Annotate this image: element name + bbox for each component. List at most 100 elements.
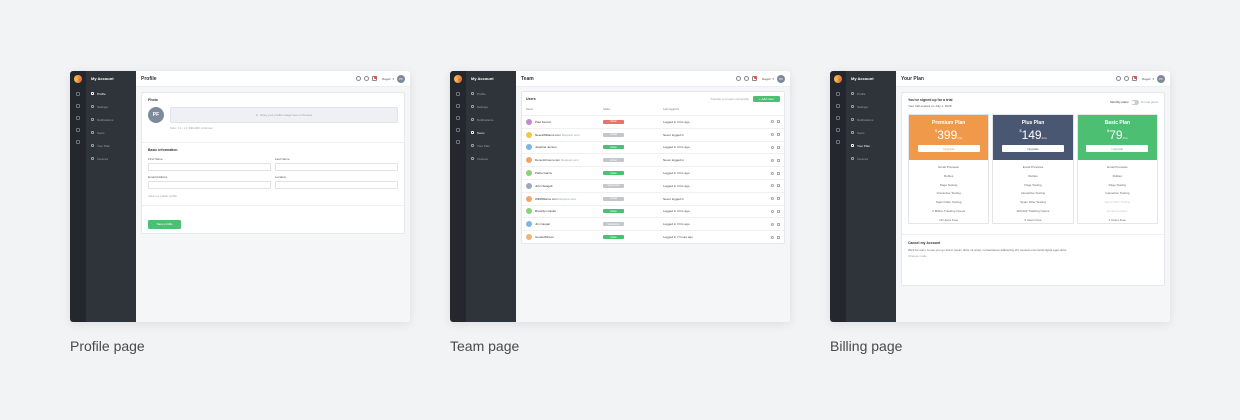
table-row[interactable]: John Seagelt Suspended Logged in 3 hrs a…	[522, 178, 784, 192]
trash-icon[interactable]	[777, 145, 780, 149]
help-icon[interactable]	[735, 76, 741, 81]
first-name-field[interactable]	[148, 163, 271, 171]
table-row[interactable]: Brooklyn Castle Active Logged in 3 hrs a…	[522, 204, 784, 218]
status-badge[interactable]: Active	[603, 209, 624, 214]
transfer-link[interactable]: Transfer to project ownership	[710, 97, 749, 101]
avatar[interactable]: PF	[777, 74, 785, 83]
trash-icon[interactable]	[777, 184, 780, 188]
cancel-link[interactable]: Change mode	[908, 254, 1158, 258]
home-icon[interactable]	[836, 92, 840, 96]
calendar-icon[interactable]	[836, 128, 840, 132]
edit-icon[interactable]	[771, 120, 774, 124]
sidebar-item-settings[interactable]: Settings	[846, 100, 896, 113]
status-badge[interactable]: Active	[603, 171, 624, 176]
col-name[interactable]: Name	[526, 108, 603, 111]
trash-icon[interactable]	[777, 171, 780, 175]
sidebar-item-profile[interactable]: Profile	[86, 87, 136, 100]
mail-icon[interactable]	[456, 116, 460, 120]
notification-icon[interactable]	[751, 76, 757, 81]
sidebar-item-notifications[interactable]: Notifications	[86, 113, 136, 126]
edit-icon[interactable]	[771, 184, 774, 188]
sidebar-item-invoices[interactable]: Invoices	[86, 152, 136, 165]
status-badge[interactable]: Suspended	[603, 222, 624, 227]
table-row[interactable]: Pablo Garza Active Logged in 3 hrs ago	[522, 166, 784, 179]
grid-icon[interactable]	[456, 104, 460, 108]
trash-icon[interactable]	[777, 158, 780, 162]
calendar-icon[interactable]	[456, 128, 460, 132]
chat-icon[interactable]	[76, 140, 80, 144]
profile-avatar[interactable]: PF	[148, 107, 164, 123]
location-field[interactable]	[275, 181, 398, 189]
trash-icon[interactable]	[777, 209, 780, 213]
trash-icon[interactable]	[777, 222, 780, 226]
sidebar-item-profile[interactable]: Profile	[466, 87, 516, 100]
notification-icon[interactable]	[1131, 76, 1137, 81]
col-status[interactable]: Status	[603, 108, 663, 111]
trash-icon[interactable]	[777, 133, 780, 137]
table-row[interactable]: WillWilliams.com Request sent Invited Ne…	[522, 191, 784, 205]
status-badge[interactable]: Invited	[603, 196, 624, 201]
edit-icon[interactable]	[771, 171, 774, 175]
sidebar-item-notifications[interactable]: Notifications	[846, 113, 896, 126]
calendar-icon[interactable]	[76, 128, 80, 132]
email-field[interactable]	[148, 181, 271, 189]
edit-icon[interactable]	[771, 158, 774, 162]
sidebar-item-plan[interactable]: Your Plan	[466, 139, 516, 152]
sidebar-item-plan[interactable]: Your Plan	[86, 139, 136, 152]
sidebar-item-invoices[interactable]: Invoices	[846, 152, 896, 165]
table-row[interactable]: NeeraWilliams.com Request sent Invited N…	[522, 127, 784, 141]
trash-icon[interactable]	[777, 197, 780, 201]
sidebar-item-notifications[interactable]: Notifications	[466, 113, 516, 126]
user-menu[interactable]: Ragell ▾	[762, 77, 774, 81]
user-menu[interactable]: Ragell ▾	[1142, 77, 1154, 81]
sidebar-item-invoices[interactable]: Invoices	[466, 152, 516, 165]
user-add-icon[interactable]	[743, 76, 749, 81]
avatar[interactable]: PF	[1157, 74, 1165, 83]
status-badge[interactable]: Invited	[603, 132, 624, 137]
user-menu[interactable]: Ragell ▾	[382, 77, 394, 81]
sidebar-item-settings[interactable]: Settings	[466, 100, 516, 113]
period-toggle[interactable]	[1130, 100, 1139, 105]
billing-period-toggle[interactable]: Monthly plans Annual plans	[1110, 100, 1158, 105]
upgrade-button[interactable]: Upgrade	[1001, 145, 1064, 152]
chat-icon[interactable]	[456, 140, 460, 144]
home-icon[interactable]	[456, 92, 460, 96]
photo-dropzone[interactable]: ⊙ Drag your profile image here or browse	[170, 107, 398, 123]
status-badge[interactable]: Suspended	[603, 183, 624, 188]
table-row[interactable]: DenoJohnson.com Request sent Invited Nev…	[522, 153, 784, 166]
sidebar-item-plan[interactable]: Your Plan	[846, 139, 896, 152]
home-icon[interactable]	[76, 92, 80, 96]
sidebar-item-team[interactable]: Team	[86, 126, 136, 139]
chat-icon[interactable]	[836, 140, 840, 144]
save-profile-button[interactable]: Save profile	[148, 219, 181, 229]
edit-icon[interactable]	[771, 222, 774, 226]
avatar[interactable]: PF	[397, 74, 405, 83]
sidebar-item-team[interactable]: Team	[846, 126, 896, 139]
notification-icon[interactable]	[371, 76, 377, 81]
public-profile-link[interactable]: View my public profile	[142, 189, 404, 198]
edit-icon[interactable]	[771, 145, 774, 149]
add-user-button[interactable]: + Add User	[753, 96, 780, 102]
col-last-login[interactable]: Last logged in	[663, 108, 679, 111]
grid-icon[interactable]	[836, 104, 840, 108]
help-icon[interactable]	[355, 76, 361, 81]
user-add-icon[interactable]	[363, 76, 369, 81]
status-badge[interactable]: Invited	[603, 158, 624, 163]
table-row[interactable]: GoodeWinson Active Logged in 7 hours ago	[522, 230, 784, 243]
mail-icon[interactable]	[76, 116, 80, 120]
sidebar-item-settings[interactable]: Settings	[86, 100, 136, 113]
table-row[interactable]: Josefina Jensen Active Logged in 3 hrs a…	[522, 140, 784, 154]
edit-icon[interactable]	[771, 235, 774, 239]
status-badge[interactable]: Admin	[603, 119, 624, 124]
sidebar-item-team[interactable]: Team	[466, 126, 516, 139]
user-add-icon[interactable]	[1123, 76, 1129, 81]
table-row[interactable]: Jim Caspar Suspended Logged in 3 hrs ago	[522, 217, 784, 230]
last-name-field[interactable]	[275, 163, 398, 171]
trash-icon[interactable]	[777, 235, 780, 239]
grid-icon[interactable]	[76, 104, 80, 108]
status-badge[interactable]: Active	[603, 235, 624, 240]
trash-icon[interactable]	[777, 120, 780, 124]
table-row[interactable]: Paul Ferrett Admin Logged in 3 hrs ago	[522, 115, 784, 128]
upgrade-button[interactable]: Upgrade	[1086, 145, 1149, 152]
edit-icon[interactable]	[771, 209, 774, 213]
